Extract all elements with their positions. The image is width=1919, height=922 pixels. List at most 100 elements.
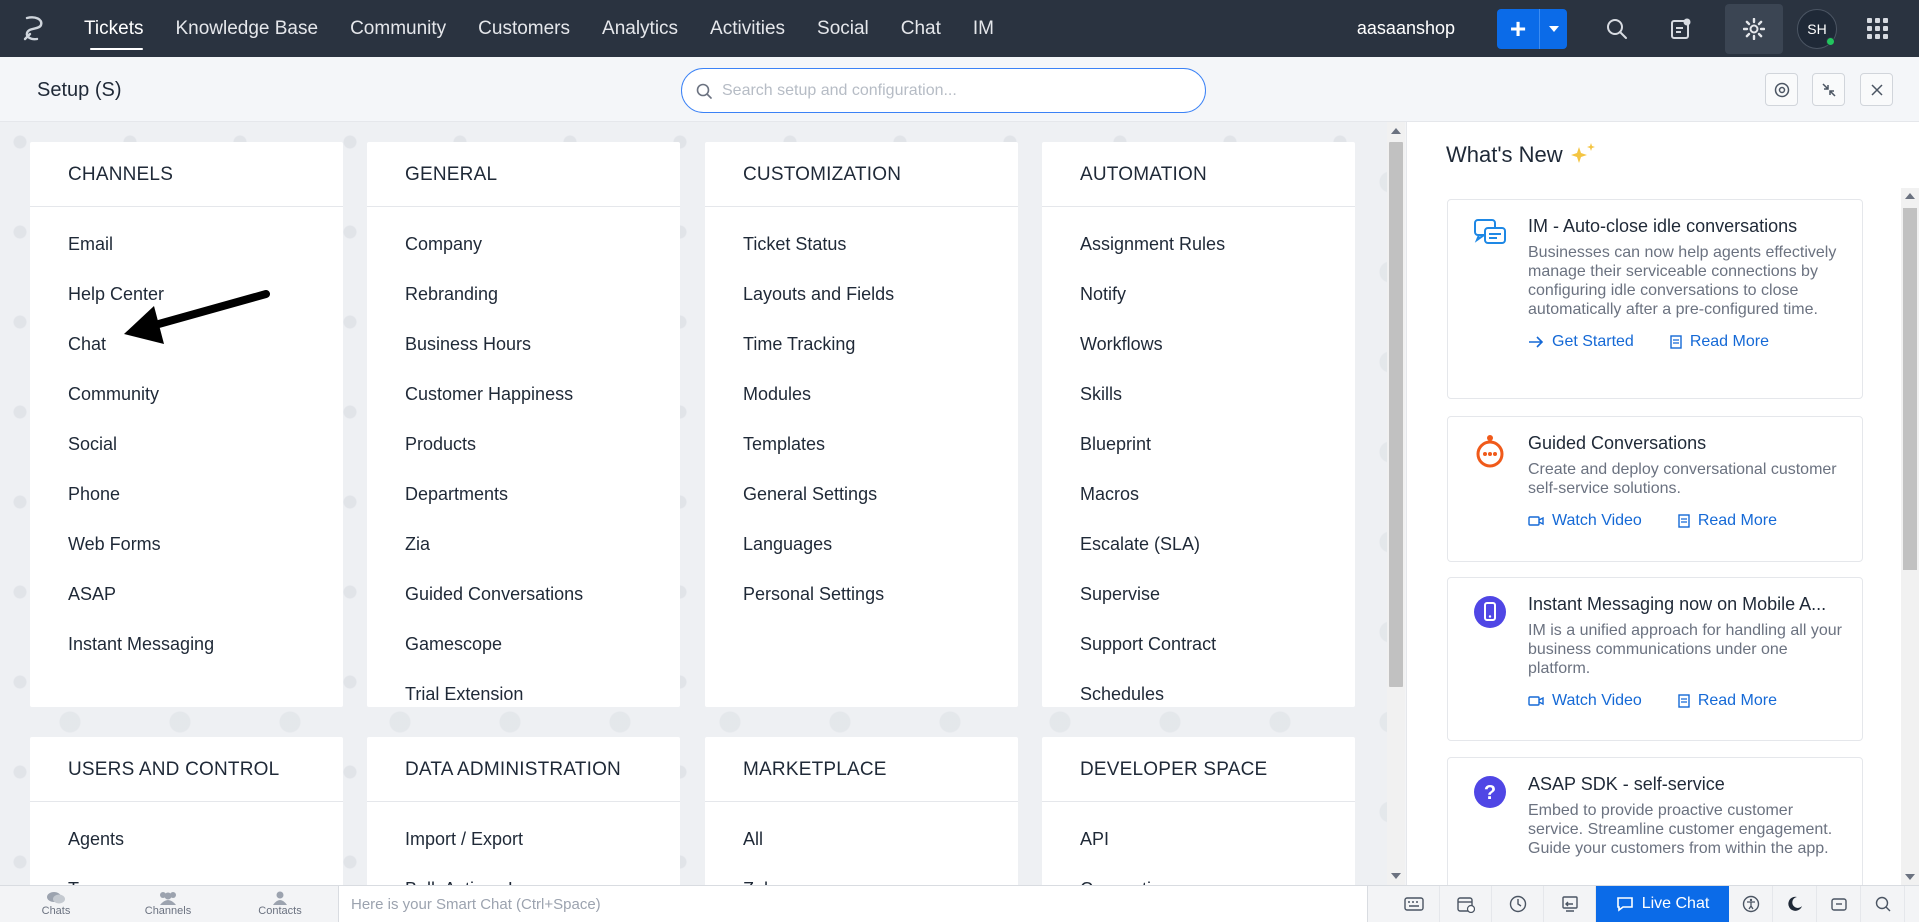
setup-link-workflows[interactable]: Workflows — [1042, 319, 1355, 369]
tab-community[interactable]: Community — [334, 0, 462, 57]
card-description: Embed to provide proactive customer serv… — [1528, 802, 1833, 857]
setup-link-social[interactable]: Social — [30, 419, 343, 469]
setup-link-layouts-and-fields[interactable]: Layouts and Fields — [705, 269, 1018, 319]
tab-analytics[interactable]: Analytics — [586, 0, 694, 57]
watch-video-link[interactable]: Watch Video — [1528, 512, 1642, 530]
setup-link-phone[interactable]: Phone — [30, 469, 343, 519]
whats-new-card: IM - Auto-close idle conversations Busin… — [1447, 199, 1863, 399]
bottom-tab-contacts[interactable]: Contacts — [224, 886, 336, 922]
keyboard-icon[interactable] — [1388, 885, 1440, 922]
smart-chat-input[interactable]: Here is your Smart Chat (Ctrl+Space) — [338, 885, 1368, 922]
setup-link-languages[interactable]: Languages — [705, 519, 1018, 569]
setup-link-api[interactable]: API — [1042, 814, 1355, 864]
setup-link-import-export[interactable]: Import / Export — [367, 814, 680, 864]
setup-sections: CHANNELS Email Help Center Chat Communit… — [0, 122, 1390, 885]
notifications-icon[interactable] — [1661, 9, 1701, 49]
setup-link-company[interactable]: Company — [367, 219, 680, 269]
video-icon — [1528, 696, 1544, 706]
setup-link-general-settings[interactable]: General Settings — [705, 469, 1018, 519]
setup-link-zoho[interactable]: Zoho — [705, 864, 1018, 886]
setup-scrollbar[interactable] — [1387, 122, 1405, 885]
setup-link-customer-happiness[interactable]: Customer Happiness — [367, 369, 680, 419]
tab-social[interactable]: Social — [801, 0, 885, 57]
scroll-up-icon[interactable] — [1905, 193, 1915, 199]
tab-im[interactable]: IM — [957, 0, 1010, 57]
setup-link-products[interactable]: Products — [367, 419, 680, 469]
org-name[interactable]: aasaanshop — [1357, 18, 1455, 39]
read-more-link[interactable]: Read More — [1670, 333, 1769, 351]
close-icon[interactable] — [1860, 73, 1893, 106]
get-started-link[interactable]: Get Started — [1528, 333, 1634, 351]
whats-new-scrollbar[interactable] — [1901, 188, 1919, 885]
app-logo-icon[interactable] — [0, 0, 68, 57]
plus-icon[interactable]: + — [1497, 9, 1539, 49]
tab-customers[interactable]: Customers — [462, 0, 586, 57]
setup-link-skills[interactable]: Skills — [1042, 369, 1355, 419]
setup-link-schedules[interactable]: Schedules — [1042, 669, 1355, 719]
collapse-icon[interactable] — [1812, 73, 1845, 106]
setup-link-personal-settings[interactable]: Personal Settings — [705, 569, 1018, 619]
scroll-down-icon[interactable] — [1391, 873, 1401, 879]
setup-link-teams[interactable]: Teams — [30, 864, 343, 886]
scroll-up-icon[interactable] — [1391, 128, 1401, 134]
setup-link-assignment-rules[interactable]: Assignment Rules — [1042, 219, 1355, 269]
setup-link-support-contract[interactable]: Support Contract — [1042, 619, 1355, 669]
setup-link-zia[interactable]: Zia — [367, 519, 680, 569]
setup-link-bulk-actions-log[interactable]: Bulk Actions Log — [367, 864, 680, 886]
read-more-link[interactable]: Read More — [1678, 512, 1777, 530]
add-new-button[interactable]: + — [1497, 8, 1567, 49]
dark-mode-icon[interactable] — [1773, 885, 1817, 922]
setup-link-business-hours[interactable]: Business Hours — [367, 319, 680, 369]
chevron-down-icon[interactable] — [1539, 8, 1567, 49]
setup-link-agents[interactable]: Agents — [30, 814, 343, 864]
setup-link-gamescope[interactable]: Gamescope — [367, 619, 680, 669]
calendar-check-icon[interactable] — [1440, 885, 1492, 922]
bottom-tab-channels[interactable]: Channels — [112, 886, 224, 922]
support-icon[interactable] — [1765, 73, 1798, 106]
bottom-tab-chats[interactable]: Chats — [0, 886, 112, 922]
setup-link-asap[interactable]: ASAP — [30, 569, 343, 619]
tab-chat[interactable]: Chat — [885, 0, 957, 57]
apps-grid-icon[interactable] — [1867, 17, 1889, 40]
setup-link-all[interactable]: All — [705, 814, 1018, 864]
setup-link-ticket-status[interactable]: Ticket Status — [705, 219, 1018, 269]
setup-search-input[interactable] — [722, 81, 1162, 100]
setup-link-macros[interactable]: Macros — [1042, 469, 1355, 519]
setup-link-time-tracking[interactable]: Time Tracking — [705, 319, 1018, 369]
setup-link-community[interactable]: Community — [30, 369, 343, 419]
setup-link-departments[interactable]: Departments — [367, 469, 680, 519]
clock-icon[interactable] — [1492, 885, 1544, 922]
setup-link-notify[interactable]: Notify — [1042, 269, 1355, 319]
annotation-arrow-icon — [124, 290, 270, 344]
user-avatar[interactable]: SH — [1797, 8, 1837, 49]
setup-link-templates[interactable]: Templates — [705, 419, 1018, 469]
scrollbar-thumb[interactable] — [1903, 208, 1917, 570]
setup-search[interactable] — [681, 68, 1206, 113]
scroll-down-icon[interactable] — [1905, 874, 1915, 880]
accessibility-icon[interactable] — [1729, 885, 1773, 922]
setup-link-email[interactable]: Email — [30, 219, 343, 269]
setup-link-rebranding[interactable]: Rebranding — [367, 269, 680, 319]
read-more-link[interactable]: Read More — [1678, 692, 1777, 710]
setup-link-modules[interactable]: Modules — [705, 369, 1018, 419]
transfer-icon[interactable] — [1544, 885, 1596, 922]
scrollbar-thumb[interactable] — [1389, 142, 1403, 687]
bot-status-icon[interactable] — [1817, 885, 1861, 922]
help-search-icon[interactable] — [1861, 885, 1905, 922]
setup-link-blueprint[interactable]: Blueprint — [1042, 419, 1355, 469]
setup-link-guided-conversations[interactable]: Guided Conversations — [367, 569, 680, 619]
whats-new-panel: What's New IM - Auto-close idle conversa… — [1406, 122, 1919, 885]
tab-tickets[interactable]: Tickets — [68, 0, 159, 57]
setup-link-trial-extension[interactable]: Trial Extension — [367, 669, 680, 719]
setup-link-escalate-sla[interactable]: Escalate (SLA) — [1042, 519, 1355, 569]
live-chat-button[interactable]: Live Chat — [1596, 885, 1729, 922]
setup-link-connections[interactable]: Connections — [1042, 864, 1355, 886]
search-icon[interactable] — [1597, 9, 1637, 49]
tab-knowledge-base[interactable]: Knowledge Base — [159, 0, 334, 57]
setup-link-instant-messaging[interactable]: Instant Messaging — [30, 619, 343, 669]
watch-video-link[interactable]: Watch Video — [1528, 692, 1642, 710]
settings-gear-icon[interactable] — [1725, 3, 1783, 54]
setup-link-web-forms[interactable]: Web Forms — [30, 519, 343, 569]
setup-link-supervise[interactable]: Supervise — [1042, 569, 1355, 619]
tab-activities[interactable]: Activities — [694, 0, 801, 57]
